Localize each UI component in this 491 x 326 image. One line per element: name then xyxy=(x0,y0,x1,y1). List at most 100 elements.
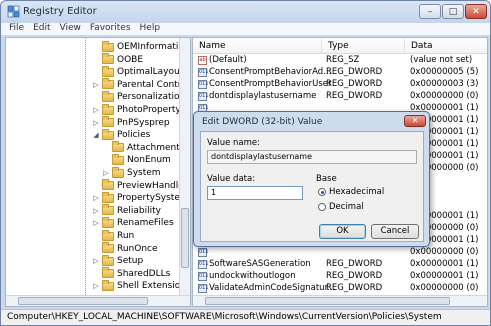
folder-icon xyxy=(102,204,114,216)
hexadecimal-label: Hexadecimal xyxy=(329,187,385,197)
value-name: SoftwareSASGeneration xyxy=(209,259,311,269)
hexadecimal-radio[interactable] xyxy=(318,188,326,196)
registry-key-tree[interactable]: OEMInformation OOBE OptimalLayout ▷ Parental… xyxy=(5,37,191,307)
folder-icon xyxy=(102,65,114,77)
value-data: 0x00000000 (0) xyxy=(410,247,479,257)
expander-icon[interactable]: ▷ xyxy=(92,81,100,89)
tree-guide-line xyxy=(85,38,86,295)
ok-button[interactable]: OK xyxy=(319,224,366,239)
expander-icon[interactable]: ▷ xyxy=(92,207,100,215)
tree-item-label: Run xyxy=(117,231,135,241)
folder-icon xyxy=(102,179,114,191)
tree-item-label: SharedDLLs xyxy=(117,268,171,279)
value-name: dontdisplaylastusername xyxy=(209,91,317,101)
folder-icon xyxy=(102,242,114,254)
binary-value-icon: 011 xyxy=(198,284,209,293)
folder-icon xyxy=(102,191,114,203)
folder-icon xyxy=(112,153,124,165)
value-data: 0x00000000 (0) xyxy=(410,91,479,101)
value-data-label: Value data: xyxy=(207,174,256,184)
value-type: REG_DWORD xyxy=(326,91,383,101)
binary-value-icon: 011 xyxy=(198,92,209,101)
values-scroll-thumb[interactable] xyxy=(205,297,450,305)
tree-item-label: Setup xyxy=(117,256,144,267)
value-name: ConsentPromptBehaviorAd... xyxy=(209,67,332,77)
value-data: 0x00000001 (1) xyxy=(410,271,479,281)
base-group: Base Hexadecimal Decimal xyxy=(316,174,419,216)
tree-item-label: PnPSysprep xyxy=(117,117,170,128)
menu-help[interactable]: Help xyxy=(140,23,161,35)
folder-icon xyxy=(102,78,114,90)
tree-scroll-thumb[interactable] xyxy=(181,208,189,268)
status-bar-path: Computer\HKEY_LOCAL_MACHINE\SOFTWARE\Mic… xyxy=(1,309,490,325)
tree-horizontal-scroll-thumb[interactable] xyxy=(18,297,148,305)
dialog-close-button[interactable]: ✕ xyxy=(404,115,426,127)
value-row[interactable]: 011 ConsentPromptBehaviorAd... REG_DWORD 0x… xyxy=(193,67,487,80)
tree-item-label: Attachments xyxy=(127,142,185,153)
value-row[interactable]: 011 0x00000000 (0) xyxy=(193,247,487,260)
tree-item-label: System xyxy=(127,168,161,178)
decimal-radio[interactable] xyxy=(318,203,326,211)
menu-bar: File Edit View Favorites Help xyxy=(1,23,490,35)
string-value-icon: ab xyxy=(198,56,207,65)
expander-icon[interactable]: ▷ xyxy=(92,282,100,290)
expander-icon[interactable]: ▷ xyxy=(92,119,100,127)
column-header-data[interactable]: Data xyxy=(405,38,487,54)
decimal-label: Decimal xyxy=(329,202,364,212)
value-type: REG_SZ xyxy=(326,55,360,65)
value-type: REG_DWORD xyxy=(326,79,383,89)
expander-icon[interactable]: ▷ xyxy=(92,106,100,114)
value-name-field: dontdisplaylastusername xyxy=(207,150,417,164)
dialog-body: Value name: dontdisplaylastusername Valu… xyxy=(200,131,424,242)
menu-view[interactable]: View xyxy=(60,23,81,35)
tree-item-label: RenameFiles xyxy=(117,218,174,229)
expander-icon[interactable]: ▷ xyxy=(92,194,100,202)
column-header-name[interactable]: Name xyxy=(193,38,322,54)
edit-dword-dialog: Edit DWORD (32-bit) Value ✕ Value name: … xyxy=(193,111,430,247)
folder-icon xyxy=(102,229,114,241)
expander-icon[interactable]: ▷ xyxy=(102,169,110,177)
tree-item[interactable]: ▷ Shell Extensions xyxy=(92,279,190,293)
value-type: REG_DWORD xyxy=(326,67,383,77)
menu-edit[interactable]: Edit xyxy=(33,23,50,35)
tree-item-label: PropertySystem xyxy=(117,193,189,204)
value-data: 0x00000003 (3) xyxy=(410,79,479,89)
value-data: 0x00000005 (5) xyxy=(410,67,479,77)
menu-file[interactable]: File xyxy=(9,23,24,35)
close-button[interactable]: ✕ xyxy=(465,4,487,19)
cancel-button[interactable]: Cancel xyxy=(371,224,419,239)
value-type: REG_DWORD xyxy=(326,259,383,269)
dialog-title: Edit DWORD (32-bit) Value xyxy=(202,117,323,127)
hexadecimal-radio-option[interactable]: Hexadecimal xyxy=(318,187,384,197)
expander-icon[interactable]: ▷ xyxy=(92,219,100,227)
binary-value-icon: 011 xyxy=(198,272,209,281)
value-name: undockwithoutlogon xyxy=(209,271,296,281)
value-row[interactable]: 011 undockwithoutlogon REG_DWORD 0x00000001… xyxy=(193,271,487,284)
window-title: Registry Editor xyxy=(23,6,97,17)
binary-value-icon: 011 xyxy=(198,248,209,257)
expander-icon[interactable]: ▷ xyxy=(92,257,100,265)
value-data: 0x00000000 (0) xyxy=(410,283,479,293)
folder-icon xyxy=(112,166,124,178)
maximize-button[interactable]: □ xyxy=(442,4,464,19)
value-name: ConsentPromptBehaviorUser xyxy=(209,79,332,89)
tree-item-label: NonEnum xyxy=(127,155,171,166)
registry-app-icon xyxy=(7,5,20,18)
value-row[interactable]: ab (Default) REG_SZ (value not set) xyxy=(193,55,487,68)
minimize-button[interactable]: – xyxy=(419,4,441,19)
column-header-type[interactable]: Type xyxy=(322,38,405,54)
menu-favorites[interactable]: Favorites xyxy=(90,23,131,35)
folder-icon xyxy=(102,40,114,52)
value-type: REG_DWORD xyxy=(326,283,383,293)
value-row[interactable]: 011 SoftwareSASGeneration REG_DWORD 0x00000… xyxy=(193,259,487,272)
binary-value-icon: 011 xyxy=(198,260,209,269)
tree-item-label: Reliability xyxy=(117,205,161,216)
value-row[interactable]: 011 ConsentPromptBehaviorUser REG_DWORD 0x0… xyxy=(193,79,487,92)
tree-item-label: OOBE xyxy=(117,54,144,65)
decimal-radio-option[interactable]: Decimal xyxy=(318,202,364,212)
value-row[interactable]: 011 ValidateAdminCodeSignatur... REG_DWORD… xyxy=(193,283,487,296)
expander-icon[interactable]: ◢ xyxy=(92,131,100,139)
value-row[interactable]: 011 dontdisplaylastusername REG_DWORD 0x000… xyxy=(193,91,487,104)
folder-icon xyxy=(102,103,114,115)
value-data-input[interactable]: 1 xyxy=(207,186,303,200)
